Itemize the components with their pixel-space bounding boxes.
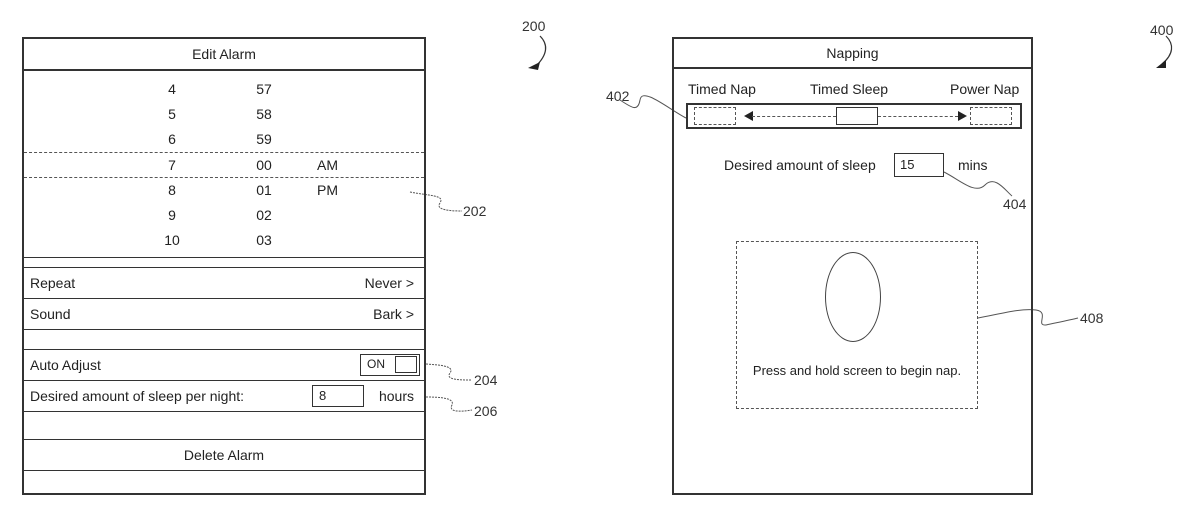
ref-402: 402 [606,88,630,104]
auto-adjust-label: Auto Adjust [30,357,101,373]
mode-timed-nap[interactable]: Timed Nap [688,81,756,97]
picker-period: PM [317,182,338,198]
delete-alarm-button[interactable]: Delete Alarm [24,439,424,470]
auto-adjust-row: Auto Adjust ON [24,349,424,380]
mode-power-nap[interactable]: Power Nap [950,81,1019,97]
toggle-knob [395,356,417,373]
press-hold-instructions: Press and hold screen to begin nap. [752,363,962,378]
picker-row[interactable]: 5 58 [24,102,424,127]
sound-value: Bark > [373,306,414,322]
mins-unit-label: mins [958,157,988,173]
picker-period: AM [317,157,338,173]
spacer-row [24,411,424,439]
picker-row[interactable]: 10 03 [24,228,424,253]
picker-row[interactable]: 4 57 [24,77,424,102]
picker-minute: 59 [256,131,272,147]
picker-hour: 4 [168,81,176,97]
napping-screen: Napping Timed Nap Timed Sleep Power Nap … [672,37,1033,495]
ref-206: 206 [474,403,498,419]
picker-hour: 6 [168,131,176,147]
picker-minute: 00 [256,157,272,173]
picker-hour: 5 [168,106,176,122]
press-hold-area[interactable]: Press and hold screen to begin nap. [736,241,978,409]
picker-hour: 10 [164,232,180,248]
arrow-right-icon [958,111,967,121]
edit-alarm-title: Edit Alarm [24,39,424,71]
picker-minute: 57 [256,81,272,97]
ref-400: 400 [1150,22,1174,38]
ref-204: 204 [474,372,498,388]
picker-hour: 9 [168,207,176,223]
slider-position-timed-nap [694,107,736,125]
sleep-hours-input[interactable]: 8 [312,385,364,407]
sound-row[interactable]: Sound Bark > [24,298,424,329]
slider-thumb[interactable] [836,107,878,125]
ref-202: 202 [463,203,487,219]
arrowhead-400 [1156,60,1166,68]
slider-track-left [752,116,836,117]
slider-track-right [878,116,958,117]
picker-hour: 8 [168,182,176,198]
leader-204 [425,363,473,381]
picker-minute: 02 [256,207,272,223]
napping-title: Napping [674,39,1031,69]
picker-minute: 58 [256,106,272,122]
edit-alarm-screen: Edit Alarm 4 57 5 58 6 59 7 00 AM 8 01 P… [22,37,426,495]
picker-row[interactable]: 9 02 [24,203,424,228]
spacer-row [24,329,424,349]
touch-target-oval-icon [825,252,881,342]
auto-adjust-toggle[interactable]: ON [360,354,420,376]
arrowhead-200 [528,62,540,70]
leader-arrow-200 [535,35,547,67]
picker-hour: 7 [168,157,176,173]
ref-200: 200 [522,18,546,34]
picker-row-selected[interactable]: 7 00 AM [24,153,424,178]
desired-sleep-label: Desired amount of sleep [724,157,876,173]
leader-206 [425,396,473,412]
repeat-label: Repeat [30,275,76,291]
picker-row[interactable]: 8 01 PM [24,178,424,203]
hours-unit-label: hours [378,388,414,404]
divider [24,257,424,267]
repeat-value: Never > [364,275,414,291]
mode-timed-sleep[interactable]: Timed Sleep [810,81,888,97]
nap-minutes-input[interactable]: 15 [894,153,944,177]
toggle-state-label: ON [367,357,385,371]
sound-label: Sound [30,306,71,322]
ref-408: 408 [1080,310,1104,326]
picker-minute: 03 [256,232,272,248]
sleep-per-night-row: Desired amount of sleep per night: 8 hou… [24,380,424,411]
leader-arrow-400 [1161,35,1173,65]
sleep-per-night-label: Desired amount of sleep per night: [30,388,245,404]
slider-position-power-nap [970,107,1012,125]
spacer-row [24,470,424,493]
picker-minute: 01 [256,182,272,198]
nap-mode-slider[interactable] [686,103,1022,129]
repeat-row[interactable]: Repeat Never > [24,267,424,298]
picker-row[interactable]: 6 59 [24,127,424,152]
